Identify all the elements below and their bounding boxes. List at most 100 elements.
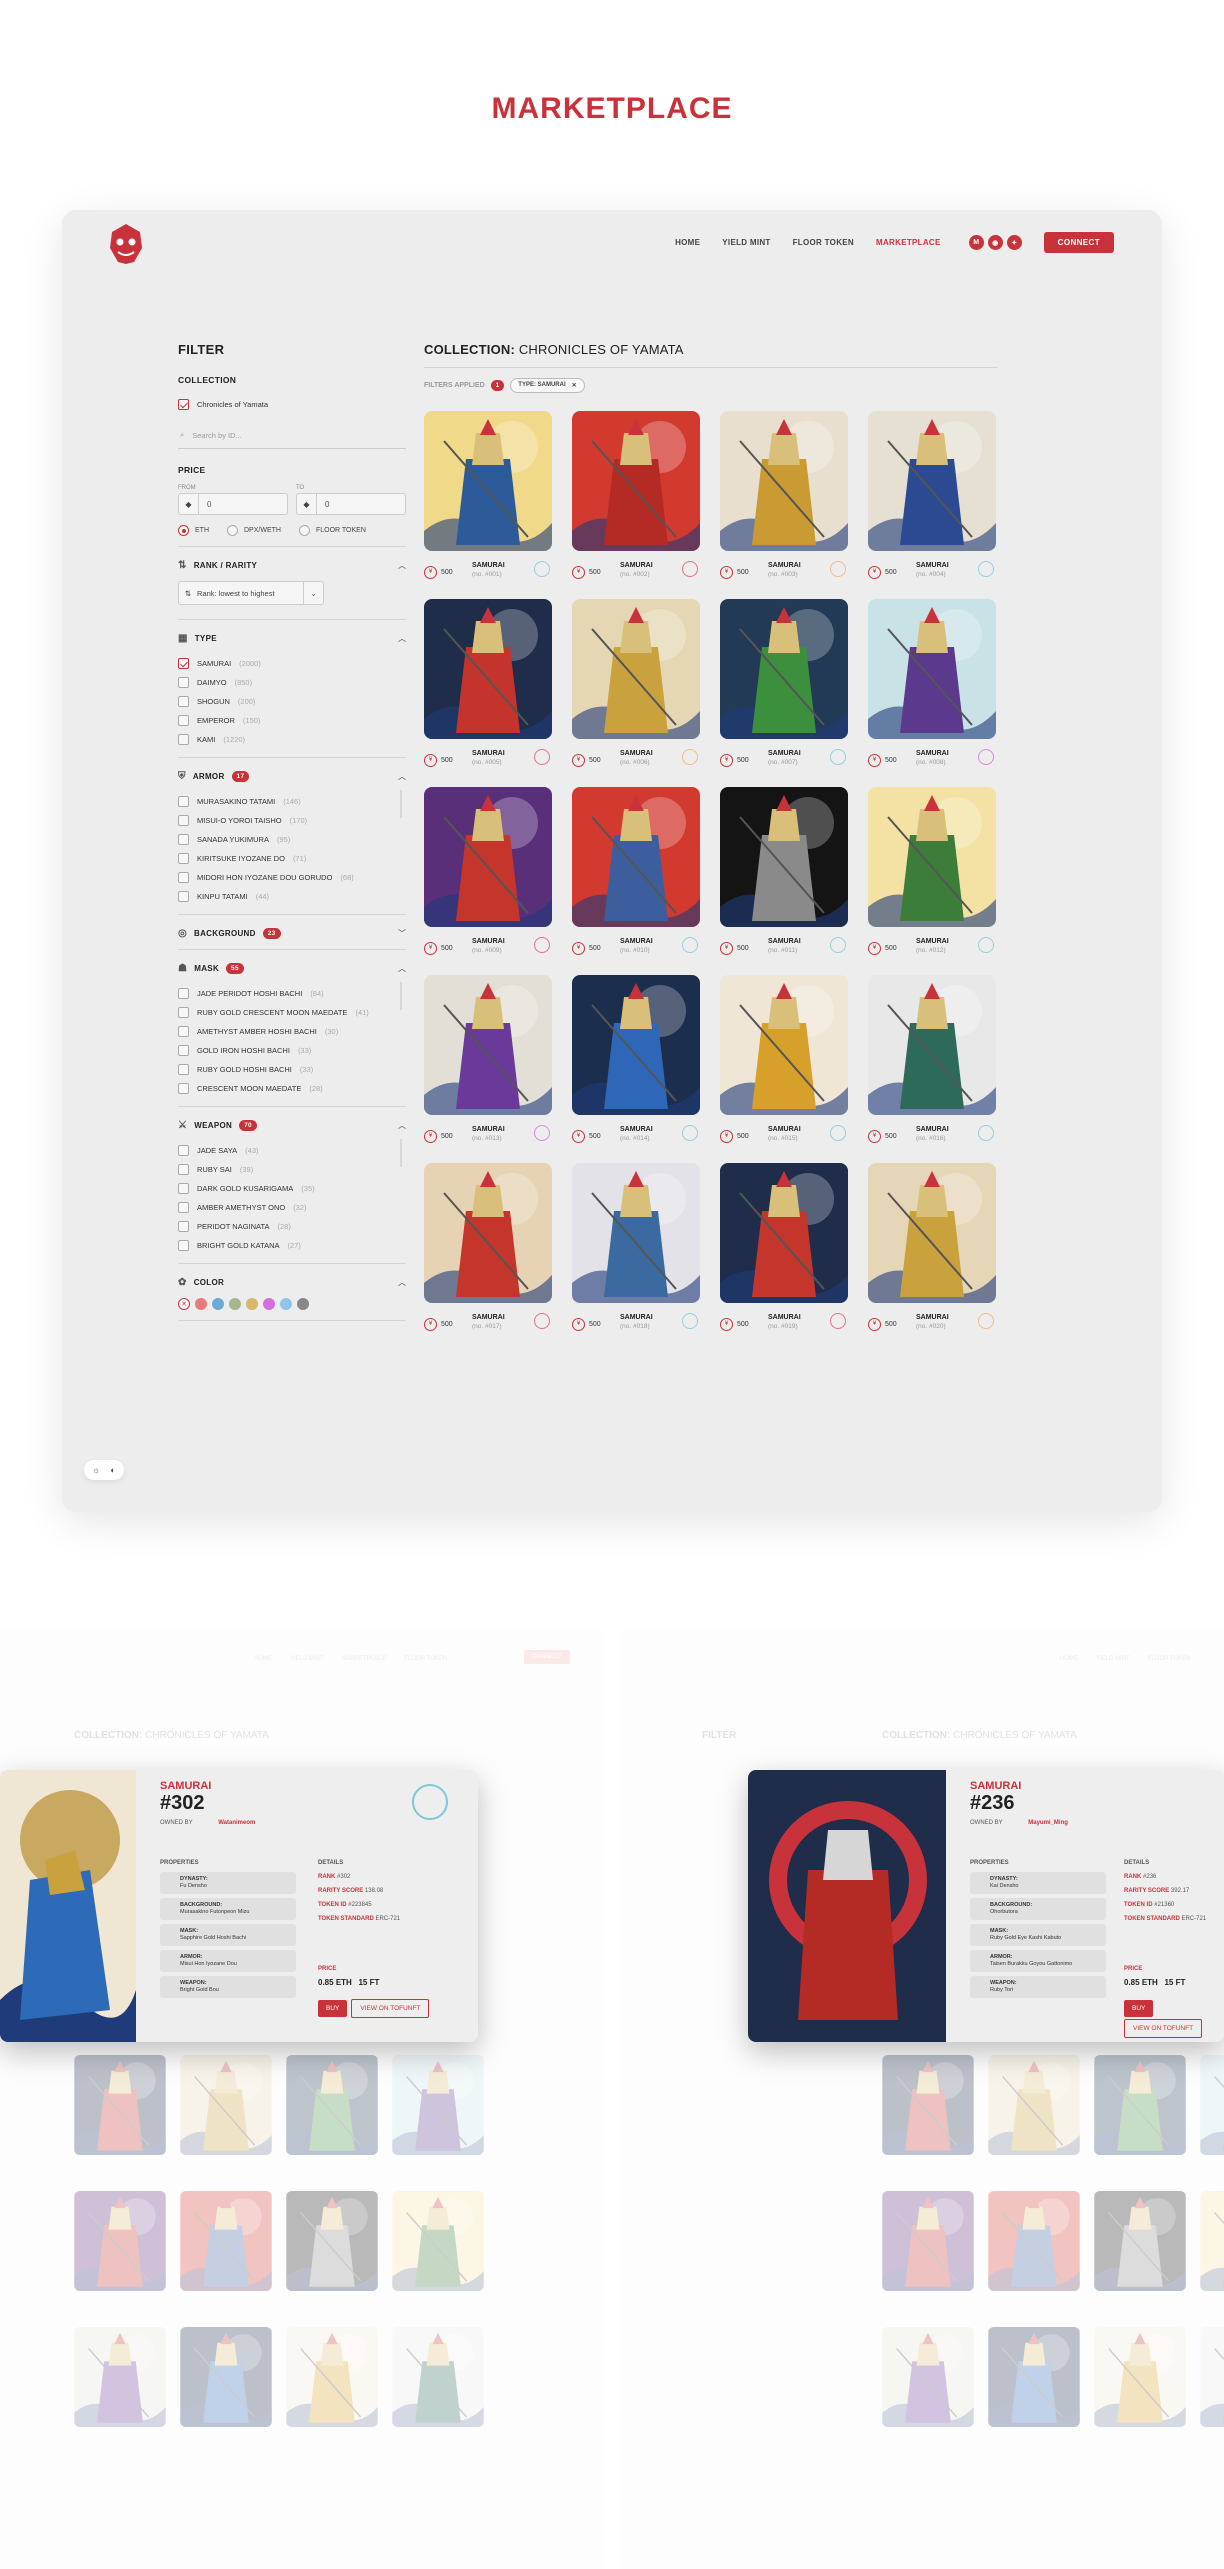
nft-image[interactable] [572,1163,700,1303]
checkbox[interactable] [178,1202,189,1213]
checkbox[interactable] [178,696,189,707]
nft-image[interactable] [424,787,552,927]
filter-option[interactable]: JADE PERIDOT HOSHI BACHI (84) [178,984,406,1003]
nft-card[interactable]: ¥500 SAMURAI (no. #010) [572,787,700,975]
theme-toggle[interactable]: ☼ ◐ [84,1460,124,1480]
filter-option[interactable]: RUBY GOLD CRESCENT MOON MAEDATE (41) [178,1003,406,1022]
nav-floor-token[interactable]: FLOOR TOKEN [793,238,854,247]
checkbox[interactable] [178,1045,189,1056]
checkbox[interactable] [178,1007,189,1018]
nft-image[interactable] [424,599,552,739]
view-tofunft-button[interactable]: VIEW ON TOFUNFT [351,1999,430,2018]
filter-option[interactable]: AMETHYST AMBER HOSHI BACHI (30) [178,1022,406,1041]
color-swatch[interactable] [263,1298,275,1310]
filter-option[interactable]: SAMURAI (2000) [178,654,406,673]
checkbox[interactable] [178,658,189,669]
filter-option[interactable]: RUBY GOLD HOSHI BACHI (33) [178,1060,406,1079]
scrollbar[interactable] [400,1139,402,1167]
nft-image[interactable] [868,411,996,551]
color-swatch[interactable] [297,1298,309,1310]
nft-card[interactable]: ¥500 SAMURAI (no. #018) [572,1163,700,1351]
filter-option[interactable]: KINPU TATAMI (44) [178,887,406,906]
nft-card[interactable]: ¥500 SAMURAI (no. #001) [424,411,552,599]
checkbox[interactable] [178,796,189,807]
checkbox[interactable] [178,1183,189,1194]
checkbox[interactable] [178,1026,189,1037]
checkbox[interactable] [178,1064,189,1075]
nft-image[interactable] [424,975,552,1115]
chevron-down-icon[interactable]: ﹀ [398,928,406,939]
checkbox[interactable] [178,1083,189,1094]
nft-card[interactable]: ¥500 SAMURAI (no. #016) [868,975,996,1163]
discord-icon[interactable]: ◉ [987,235,1003,250]
radio-eth[interactable]: ETH [178,525,209,536]
nft-image[interactable] [720,599,848,739]
nft-card[interactable]: ¥500 SAMURAI (no. #006) [572,599,700,787]
nav-home[interactable]: HOME [675,238,700,247]
filter-option[interactable]: GOLD IRON HOSHI BACHI (33) [178,1041,406,1060]
filter-option[interactable]: MIDORI HON IYOZANE DOU GORUDO (68) [178,868,406,887]
nft-card[interactable]: ¥500 SAMURAI (no. #013) [424,975,552,1163]
filter-option[interactable]: BRIGHT GOLD KATANA (27) [178,1236,406,1255]
chevron-up-icon[interactable]: ︿ [398,1277,406,1288]
nft-image[interactable] [868,1163,996,1303]
chevron-up-icon[interactable]: ︿ [398,771,406,782]
filter-option[interactable]: KAMI (1220) [178,730,406,749]
nft-card[interactable]: ¥500 SAMURAI (no. #017) [424,1163,552,1351]
nft-image[interactable] [572,787,700,927]
scrollbar[interactable] [400,982,402,1010]
checkbox[interactable] [178,834,189,845]
nft-card[interactable]: ¥500 SAMURAI (no. #011) [720,787,848,975]
checkbox[interactable] [178,1240,189,1251]
filter-option[interactable]: DARK GOLD KUSARIGAMA (35) [178,1179,406,1198]
nft-image[interactable] [572,975,700,1115]
nft-image[interactable] [424,411,552,551]
color-swatch[interactable] [229,1298,241,1310]
moon-icon[interactable]: ◐ [110,1465,115,1475]
checkbox[interactable] [178,399,189,410]
filter-option[interactable]: MISUI-O YOROI TAISHO (170) [178,811,406,830]
filter-option[interactable]: SHOGUN (200) [178,692,406,711]
color-swatch[interactable] [195,1298,207,1310]
nft-card[interactable]: ¥500 SAMURAI (no. #014) [572,975,700,1163]
checkbox[interactable] [178,1164,189,1175]
nft-card[interactable]: ¥500 SAMURAI (no. #002) [572,411,700,599]
nft-image[interactable] [868,787,996,927]
nav-marketplace[interactable]: MARKETPLACE [876,238,941,247]
nft-card[interactable]: ¥500 SAMURAI (no. #019) [720,1163,848,1351]
nft-image[interactable] [572,599,700,739]
nft-image[interactable] [868,975,996,1115]
nft-card[interactable]: ¥500 SAMURAI (no. #003) [720,411,848,599]
nft-image[interactable] [868,599,996,739]
color-swatch[interactable] [280,1298,292,1310]
nft-card[interactable]: ¥500 SAMURAI (no. #007) [720,599,848,787]
filter-option[interactable]: JADE SAYA (43) [178,1141,406,1160]
color-swatch[interactable] [246,1298,258,1310]
close-icon[interactable]: ✕ [572,382,577,389]
view-tofunft-button[interactable]: VIEW ON TOFUNFT [1124,2019,1203,2038]
checkbox[interactable] [178,988,189,999]
nft-image[interactable] [720,787,848,927]
collection-option[interactable]: Chronicles of Yamata [178,395,406,414]
color-swatch[interactable] [212,1298,224,1310]
checkbox[interactable] [178,853,189,864]
checkbox[interactable] [178,734,189,745]
filter-chip[interactable]: TYPE: SAMURAI ✕ [510,378,585,393]
nft-card[interactable]: ¥500 SAMURAI (no. #012) [868,787,996,975]
search-input[interactable]: Search by ID... [192,431,242,440]
nav-yield-mint[interactable]: YIELD MINT [722,238,770,247]
sort-select[interactable]: ⇅ Rank: lowest to highest ⌄ [178,581,324,605]
checkbox[interactable] [178,1221,189,1232]
filter-option[interactable]: SANADA YUKIMURA (95) [178,830,406,849]
nft-card[interactable]: ¥500 SAMURAI (no. #020) [868,1163,996,1351]
chevron-up-icon[interactable]: ︿ [398,1120,406,1131]
radio-floor-token[interactable]: FLOOR TOKEN [298,525,366,536]
nft-card[interactable]: ¥500 SAMURAI (no. #015) [720,975,848,1163]
filter-option[interactable]: EMPEROR (150) [178,711,406,730]
nft-image[interactable] [572,411,700,551]
nft-card[interactable]: ¥500 SAMURAI (no. #009) [424,787,552,975]
checkbox[interactable] [178,677,189,688]
search-field[interactable]: ⌕ Search by ID... [178,422,406,449]
nft-card[interactable]: ¥500 SAMURAI (no. #008) [868,599,996,787]
chevron-up-icon[interactable]: ︿ [398,633,406,644]
